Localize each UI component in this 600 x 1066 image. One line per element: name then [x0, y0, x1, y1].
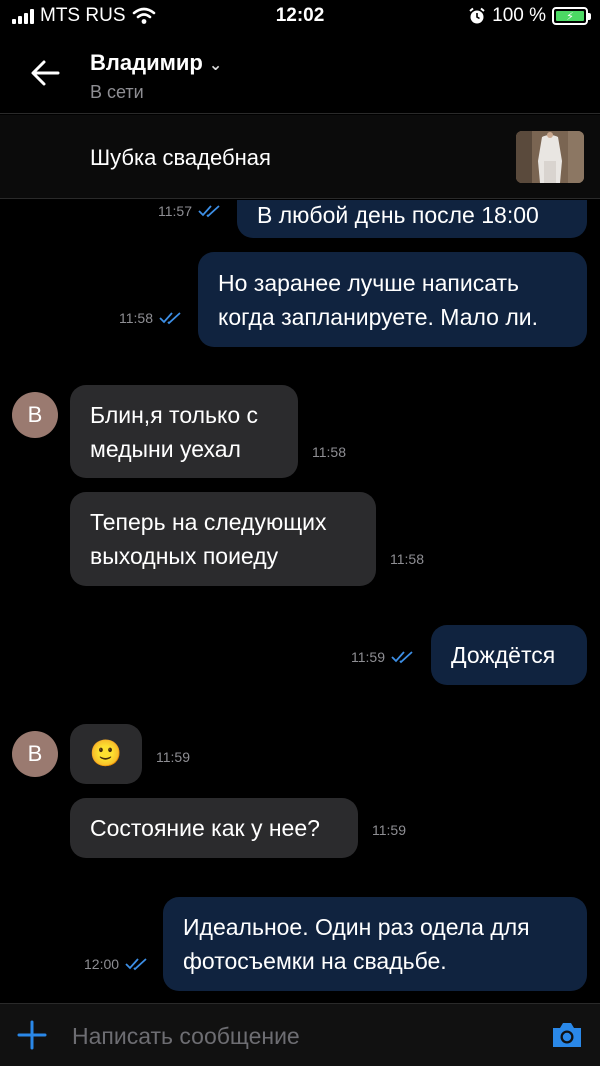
message-meta: 11:59: [156, 749, 190, 765]
camera-icon[interactable]: [550, 1020, 584, 1050]
message-time: 11:58: [312, 444, 346, 460]
read-checkmarks-icon: [159, 312, 181, 325]
contact-name[interactable]: Владимир ⌄: [90, 50, 222, 76]
message-text-line: В любой день после 18:00: [257, 202, 539, 228]
message-meta: 12:00: [84, 956, 149, 972]
message-text-line: фотосъемки на свадьбе.: [183, 948, 447, 974]
message-time: 11:58: [390, 551, 424, 567]
message-bubble[interactable]: Теперь на следующих выходных поиеду: [70, 492, 376, 586]
composer-bar: [0, 1003, 600, 1066]
message-meta: 11:57: [158, 203, 222, 219]
message-time: 11:59: [156, 749, 190, 765]
back-arrow-icon[interactable]: [28, 56, 62, 90]
read-checkmarks-icon: [391, 651, 413, 664]
message-text-line: когда запланируете. Мало ли.: [218, 304, 539, 330]
message-meta: 11:59: [372, 822, 406, 838]
status-bar: MTS RUS 12:02 100 % ⚡: [0, 0, 600, 34]
message-time: 11:59: [351, 649, 385, 665]
online-status: В сети: [90, 82, 144, 102]
battery-icon: ⚡: [552, 7, 591, 25]
message-time: 11:59: [372, 822, 406, 838]
message-time: 12:00: [84, 956, 120, 972]
message-text-line: медыни уехал: [90, 436, 241, 462]
message-text-line: Дождётся: [451, 642, 556, 668]
plus-icon[interactable]: [16, 1019, 48, 1051]
message-text-line: Теперь на следующих: [90, 509, 327, 535]
chevron-down-icon: ⌄: [208, 57, 223, 74]
avatar[interactable]: В: [12, 731, 58, 777]
message-bubble[interactable]: Блин,я только с медыни уехал: [70, 385, 298, 478]
message-text-line: Состояние как у нее?: [90, 815, 320, 841]
message-bubble[interactable]: Состояние как у нее?: [70, 798, 358, 858]
product-thumbnail[interactable]: [516, 131, 584, 183]
message-text-line: Идеальное. Один раз одела для: [183, 914, 530, 940]
avatar[interactable]: В: [12, 392, 58, 438]
message-list[interactable]: 11:57 В любой день после 18:00 11:58 Но …: [0, 200, 600, 1003]
read-checkmarks-icon: [198, 205, 220, 218]
message-bubble[interactable]: 🙂: [70, 724, 142, 784]
alarm-icon: [469, 7, 485, 24]
message-text-line: выходных поиеду: [90, 543, 279, 569]
smile-emoji: 🙂: [89, 738, 123, 768]
message-time: 11:57: [158, 203, 192, 219]
contact-name-label: Владимир: [90, 50, 203, 75]
message-bubble[interactable]: Дождётся: [431, 625, 587, 685]
battery-percent: 100 %: [492, 5, 546, 26]
message-bubble[interactable]: Но заранее лучше написать когда запланир…: [198, 252, 587, 347]
message-meta: 11:59: [351, 649, 415, 665]
product-title: Шубка свадебная: [90, 145, 271, 170]
message-time: 11:58: [119, 310, 153, 326]
read-checkmarks-icon: [125, 958, 147, 971]
message-meta: 11:58: [312, 444, 346, 460]
chat-header: Владимир ⌄ В сети: [0, 34, 600, 114]
message-bubble[interactable]: Идеальное. Один раз одела для фотосъемки…: [163, 897, 587, 991]
message-text-line: Блин,я только с: [90, 402, 259, 428]
message-input[interactable]: [72, 1018, 522, 1054]
message-meta: 11:58: [390, 551, 424, 567]
product-banner[interactable]: Шубка свадебная: [0, 115, 600, 199]
message-meta: 11:58: [119, 310, 183, 326]
message-bubble[interactable]: В любой день после 18:00: [237, 200, 587, 238]
message-text-line: Но заранее лучше написать: [218, 270, 520, 296]
